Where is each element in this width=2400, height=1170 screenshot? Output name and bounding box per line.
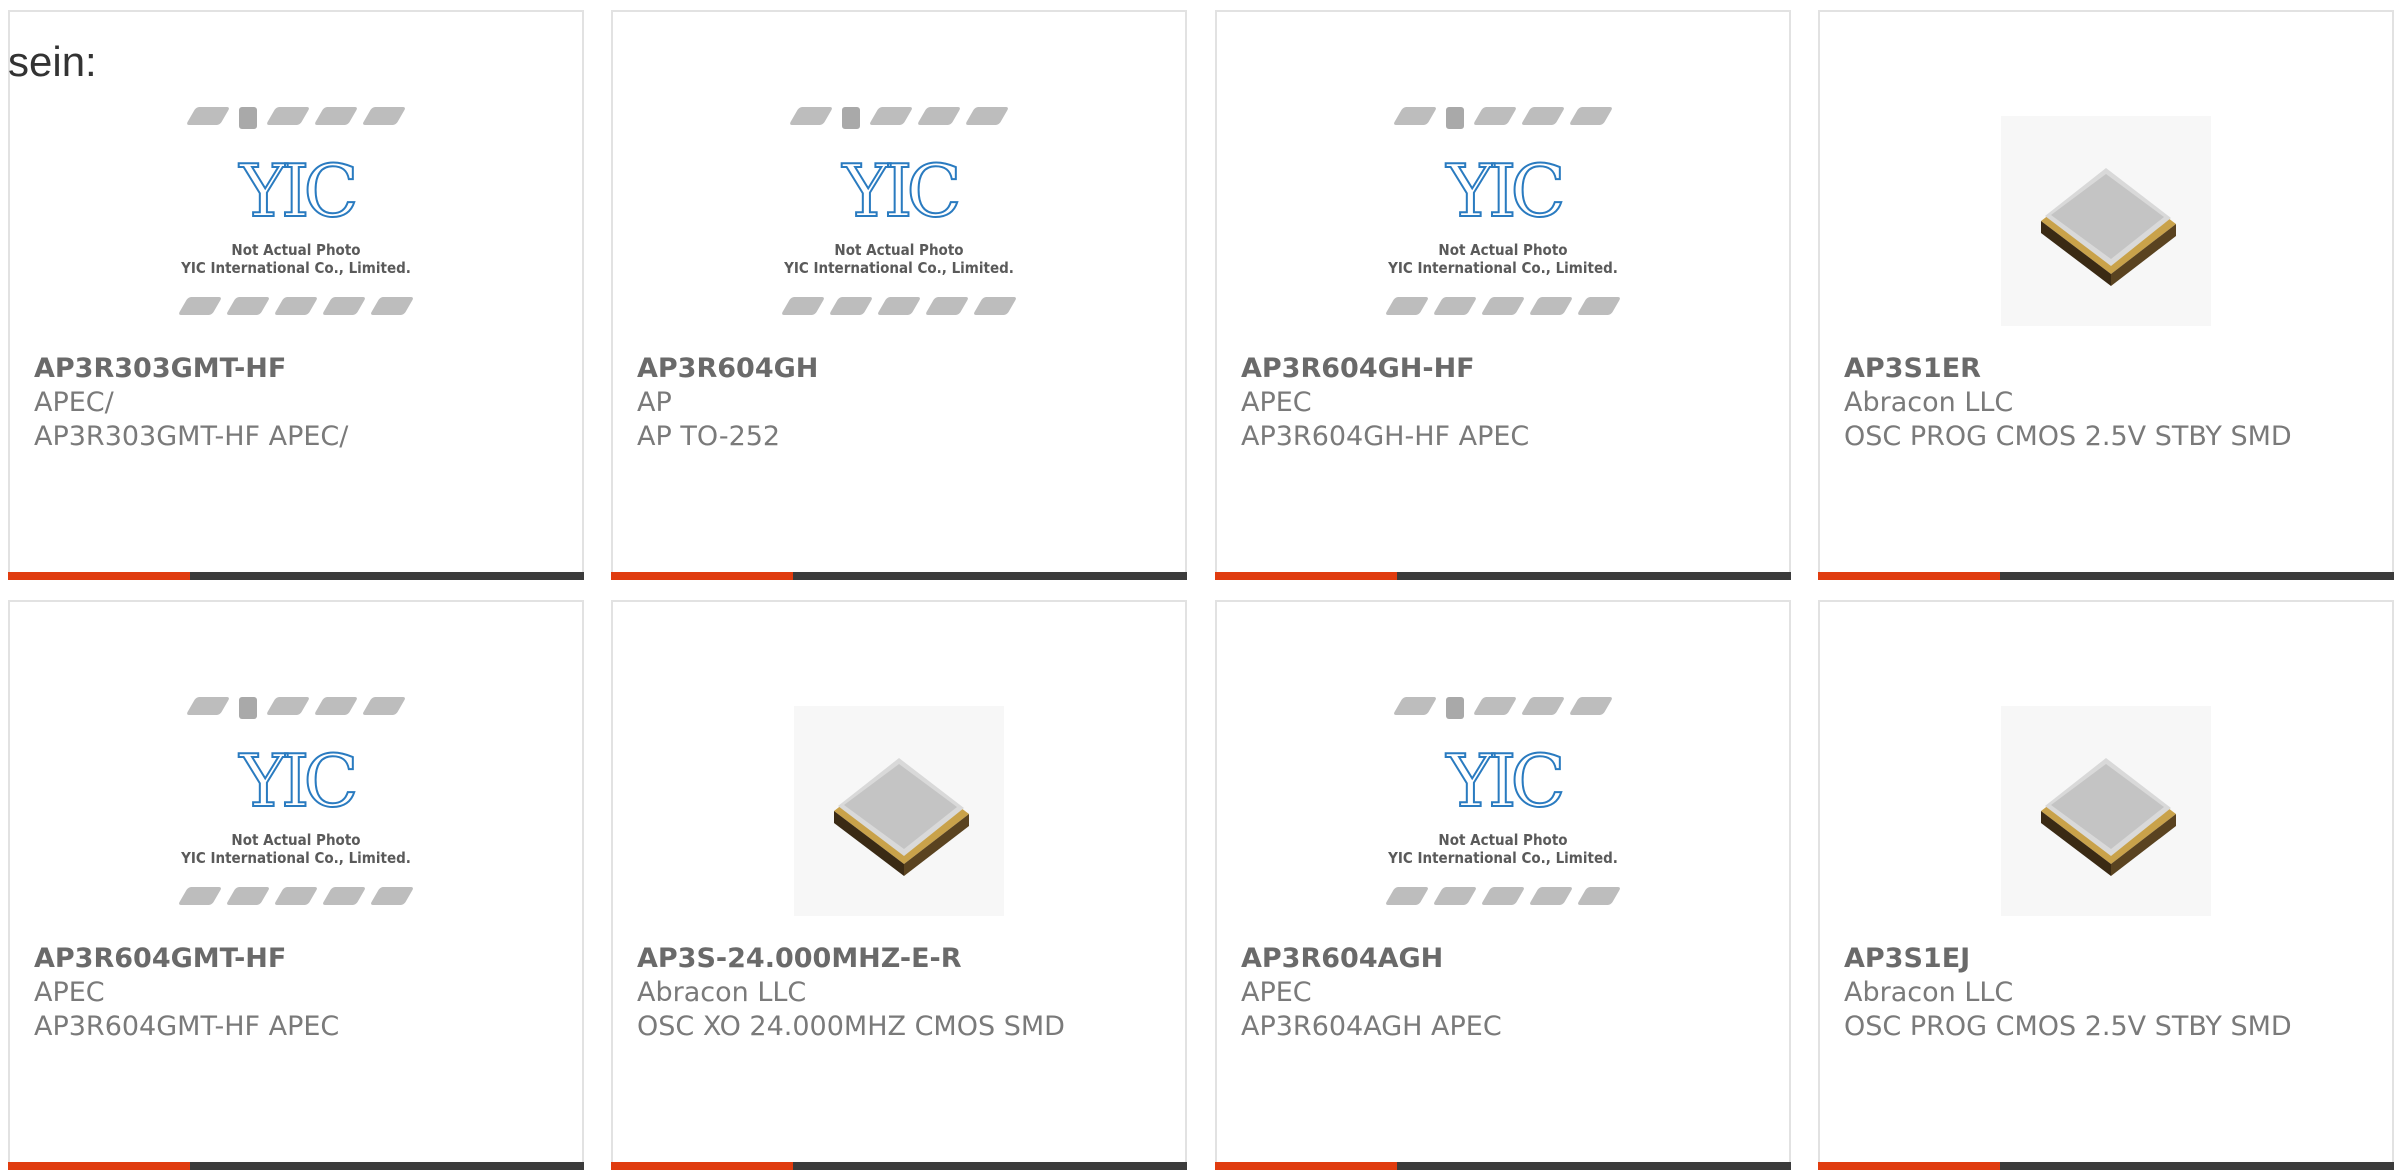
product-manufacturer: Abracon LLC: [1844, 977, 2014, 1008]
product-image[interactable]: YIC Not Actual Photo YIC International C…: [10, 682, 582, 940]
product-image[interactable]: YIC Not Actual Photo YIC International C…: [613, 92, 1185, 350]
product-description: AP3R303GMT-HF APEC/: [34, 421, 349, 452]
card-progress-bar: [8, 572, 584, 580]
product-card[interactable]: AP3S1EJ Abracon LLC OSC PROG CMOS 2.5V S…: [1818, 600, 2394, 1170]
product-card[interactable]: YIC Not Actual Photo YIC International C…: [611, 10, 1187, 580]
product-card[interactable]: YIC Not Actual Photo YIC International C…: [8, 600, 584, 1170]
yic-placeholder-icon: YIC Not Actual Photo YIC International C…: [161, 691, 431, 931]
product-description: OSC PROG CMOS 2.5V STBY SMD: [1844, 1011, 2292, 1042]
product-image[interactable]: [1820, 92, 2392, 350]
card-progress-bar: [611, 1162, 1187, 1170]
crystal-oscillator-icon: [2001, 116, 2211, 326]
crystal-oscillator-icon: [794, 706, 1004, 916]
product-part-number[interactable]: AP3R604GMT-HF: [34, 942, 562, 976]
yic-placeholder-icon: YIC Not Actual Photo YIC International C…: [161, 101, 431, 341]
product-part-number[interactable]: AP3R604GH-HF: [1241, 352, 1769, 386]
product-image[interactable]: [613, 682, 1185, 940]
product-manufacturer: APEC/: [34, 387, 114, 418]
yic-placeholder-icon: YIC Not Actual Photo YIC International C…: [764, 101, 1034, 341]
product-image[interactable]: [1820, 682, 2392, 940]
yic-placeholder-icon: YIC Not Actual Photo YIC International C…: [1368, 101, 1638, 341]
product-description: AP3R604AGH APEC: [1241, 1011, 1502, 1042]
card-progress-bar: [1818, 1162, 2394, 1170]
card-progress-bar: [8, 1162, 584, 1170]
product-description: AP TO-252: [637, 421, 781, 452]
product-card[interactable]: YIC Not Actual Photo YIC International C…: [1215, 600, 1791, 1170]
card-progress-bar: [1215, 1162, 1791, 1170]
product-image[interactable]: YIC Not Actual Photo YIC International C…: [10, 92, 582, 350]
product-image[interactable]: YIC Not Actual Photo YIC International C…: [1217, 682, 1789, 940]
product-card[interactable]: AP3S-24.000MHZ-E-R Abracon LLC OSC XO 24…: [611, 600, 1187, 1170]
product-description: AP3R604GH-HF APEC: [1241, 421, 1530, 452]
product-description: OSC PROG CMOS 2.5V STBY SMD: [1844, 421, 2292, 452]
card-progress-bar: [1215, 572, 1791, 580]
product-card[interactable]: AP3S1ER Abracon LLC OSC PROG CMOS 2.5V S…: [1818, 10, 2394, 580]
product-part-number[interactable]: AP3R604AGH: [1241, 942, 1769, 976]
product-image[interactable]: YIC Not Actual Photo YIC International C…: [1217, 92, 1789, 350]
crystal-oscillator-icon: [2001, 706, 2211, 916]
product-description: AP3R604GMT-HF APEC: [34, 1011, 340, 1042]
product-part-number[interactable]: AP3S-24.000MHZ-E-R: [637, 942, 1165, 976]
product-part-number[interactable]: AP3S1EJ: [1844, 942, 2372, 976]
product-manufacturer: APEC: [34, 977, 105, 1008]
product-manufacturer: Abracon LLC: [1844, 387, 2014, 418]
product-manufacturer: AP: [637, 387, 672, 418]
product-manufacturer: APEC: [1241, 977, 1312, 1008]
product-part-number[interactable]: AP3R303GMT-HF: [34, 352, 562, 386]
yic-placeholder-icon: YIC Not Actual Photo YIC International C…: [1368, 691, 1638, 931]
product-part-number[interactable]: AP3R604GH: [637, 352, 1165, 386]
card-progress-bar: [1818, 572, 2394, 580]
product-card[interactable]: YIC Not Actual Photo YIC International C…: [8, 10, 584, 580]
card-progress-bar: [611, 572, 1187, 580]
product-description: OSC XO 24.000MHZ CMOS SMD: [637, 1011, 1065, 1042]
lead-text: sein:: [8, 38, 97, 85]
product-card[interactable]: YIC Not Actual Photo YIC International C…: [1215, 10, 1791, 580]
product-manufacturer: Abracon LLC: [637, 977, 807, 1008]
product-manufacturer: APEC: [1241, 387, 1312, 418]
product-part-number[interactable]: AP3S1ER: [1844, 352, 2372, 386]
